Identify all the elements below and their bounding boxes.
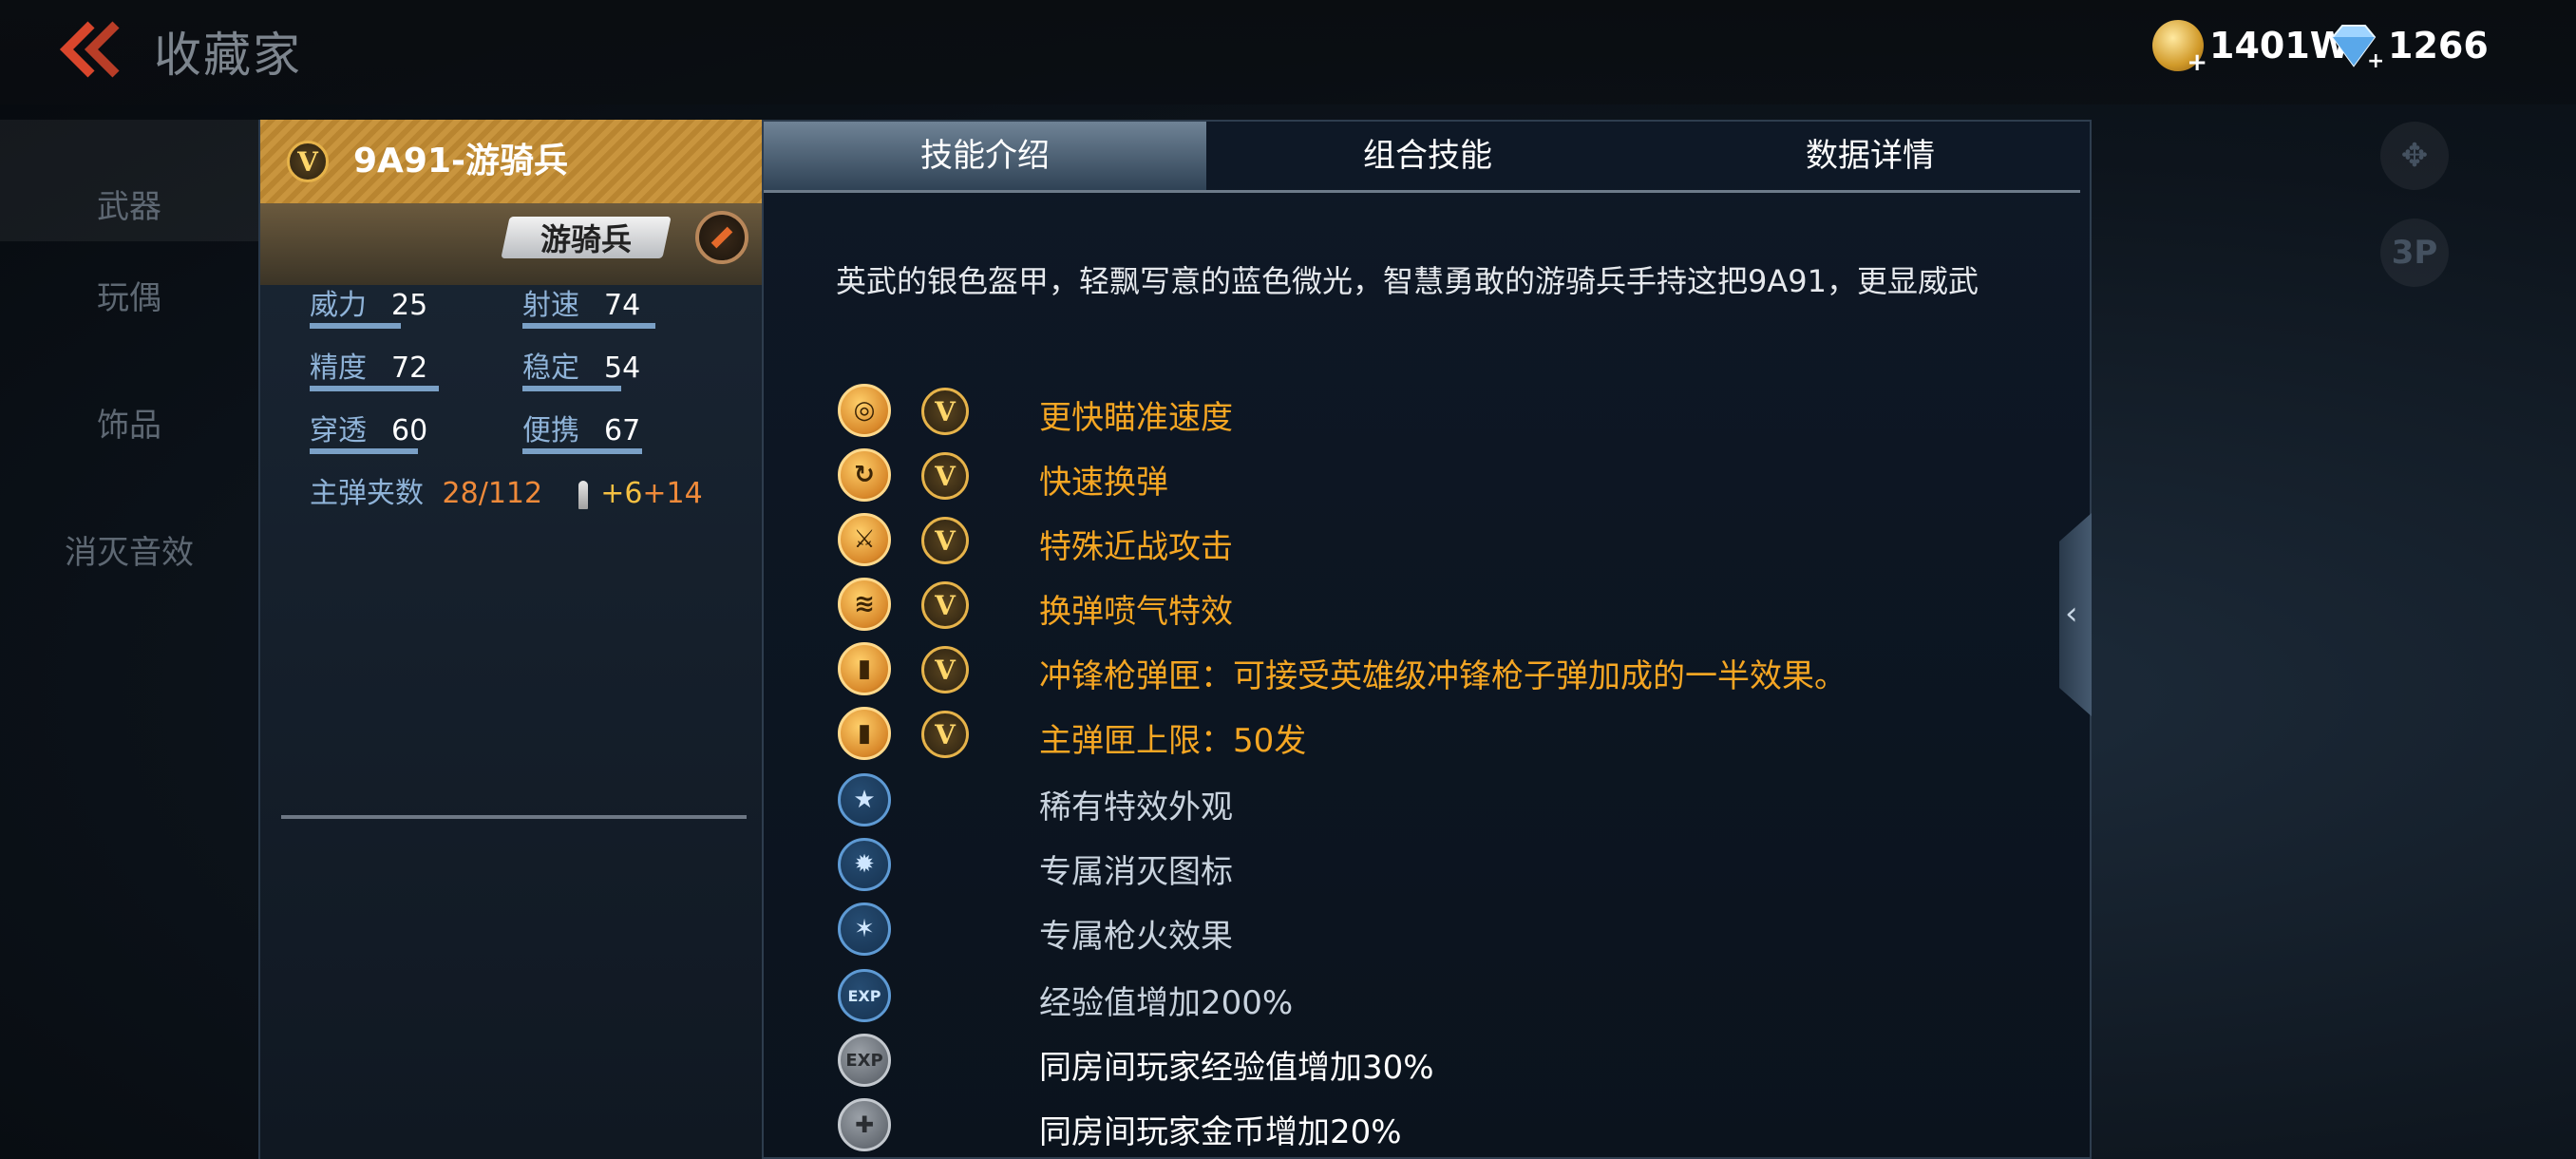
ammo-label: 主弹夹数 — [310, 477, 424, 510]
room-gold-icon: ✚ — [838, 1098, 891, 1151]
tab-bar: 技能介绍 组合技能 数据详情 — [764, 122, 2080, 193]
bullet-icon — [578, 480, 588, 509]
skill-text: 同房间玩家经验值增加30% — [1039, 1049, 1434, 1087]
stat-value: 72 — [391, 352, 428, 385]
svg-text:+: + — [2367, 49, 2382, 69]
stat-stability: 稳定 54 — [522, 344, 641, 391]
top-bar: 收藏家 1401W + 1266 — [0, 0, 2576, 104]
nav-item-label: 武器 — [97, 188, 161, 226]
muzzle-flash-icon: ✶ — [838, 902, 891, 956]
ammo-bonus-1: +6 — [600, 477, 643, 510]
stat-label: 威力 — [310, 289, 367, 322]
stat-bar — [522, 386, 621, 391]
gold-currency[interactable]: 1401W — [2152, 17, 2350, 77]
skill-text: 稀有特效外观 — [1039, 788, 1233, 826]
category-nav: 武器 玩偶 饰品 消灭音效 — [0, 120, 258, 1159]
skill-text: 主弹匣上限：50发 — [1039, 722, 1307, 760]
back-chevron-icon — [59, 21, 120, 78]
ammo-bonus-2: +14 — [642, 477, 703, 510]
stat-fire-rate: 射速 74 — [522, 281, 655, 329]
weapon-info-panel: V 9A91-游骑兵 游骑兵 威力 25 射速 74 精度 72 稳定 54 穿透 60 … — [258, 120, 764, 1159]
skill-text: 专属消灭图标 — [1039, 853, 1233, 891]
gold-coin-icon — [2152, 20, 2207, 77]
skill-text: 同房间玩家金币增加20% — [1039, 1113, 1402, 1151]
v-rank-icon: V — [921, 646, 969, 694]
nav-item-label: 消灭音效 — [65, 534, 194, 572]
ammo-value: 28/112 — [442, 477, 543, 510]
stat-value: 60 — [391, 414, 428, 447]
stat-bar — [310, 386, 439, 391]
diamond-amount: 1266 — [2388, 25, 2489, 66]
skill-text: 冲锋枪弹匣：可接受英雄级冲锋枪子弹加成的一半效果。 — [1039, 657, 1847, 695]
stat-bar — [310, 448, 418, 454]
stat-value: 54 — [604, 352, 641, 385]
nav-item-kill-sound[interactable]: 消灭音效 — [0, 526, 258, 573]
gamepad-icon[interactable]: ✥ — [2380, 122, 2449, 190]
stat-label: 便携 — [522, 414, 579, 447]
stat-bar — [522, 323, 655, 329]
stat-label: 射速 — [522, 289, 579, 322]
medal-icon[interactable] — [695, 211, 748, 264]
nav-item-label: 饰品 — [97, 407, 161, 445]
nav-item-weapons[interactable]: 武器 — [0, 120, 258, 241]
stat-value: 25 — [391, 289, 428, 322]
v-rank-icon: V — [287, 141, 329, 182]
stat-value: 74 — [604, 289, 641, 322]
weapon-description: 英武的银色盔甲，轻飘写意的蓝色微光，智慧勇敢的游骑兵手持这把9A91，更显威武 — [836, 263, 1979, 299]
rank-tag-label: 游骑兵 — [540, 221, 632, 257]
stat-bar — [522, 448, 642, 454]
diamond-currency[interactable]: + 1266 — [2325, 17, 2489, 74]
stat-bar — [310, 323, 401, 329]
skill-text: 更快瞄准速度 — [1039, 399, 1233, 437]
back-button[interactable] — [55, 19, 131, 80]
stat-label: 穿透 — [310, 414, 367, 447]
v-rank-icon: V — [921, 452, 969, 500]
tab-combo-skills[interactable]: 组合技能 — [1206, 122, 1649, 190]
tab-data-details[interactable]: 数据详情 — [1649, 122, 2092, 190]
skills-panel: 技能介绍 组合技能 数据详情 英武的银色盔甲，轻飘写意的蓝色微光，智慧勇敢的游骑… — [762, 120, 2092, 1159]
weapon-name: 9A91-游骑兵 — [353, 142, 568, 180]
exp-icon: EXP — [838, 969, 891, 1022]
collapse-panel-button[interactable]: ‹ — [2059, 513, 2092, 716]
kill-icon: ✹ — [838, 838, 891, 891]
star-icon: ★ — [838, 773, 891, 826]
skill-text: 快速换弹 — [1039, 464, 1168, 502]
skill-text: 专属枪火效果 — [1039, 918, 1233, 956]
skill-text: 经验值增加200% — [1039, 984, 1294, 1022]
tab-skill-intro[interactable]: 技能介绍 — [764, 122, 1206, 190]
chevron-left-icon: ‹ — [2065, 595, 2078, 633]
scope-icon: ◎ — [838, 384, 891, 437]
skill-text: 换弹喷气特效 — [1039, 593, 1233, 631]
nav-item-dolls[interactable]: 玩偶 — [0, 272, 258, 318]
ammo-info: 主弹夹数 28/112 +6+14 — [310, 469, 703, 511]
stat-portability: 便携 67 — [522, 407, 642, 454]
v-rank-icon: V — [921, 711, 969, 758]
diamond-icon: + — [2331, 25, 2382, 69]
v-rank-icon: V — [921, 388, 969, 435]
melee-icon: ⚔ — [838, 513, 891, 566]
weapon-rank-bar: 游骑兵 — [260, 203, 764, 285]
stat-label: 精度 — [310, 352, 367, 385]
magazine-up-icon: ▮ — [838, 707, 891, 760]
magazine-icon: ▮ — [838, 642, 891, 695]
nav-item-label: 玩偶 — [97, 279, 161, 317]
v-rank-icon: V — [921, 517, 969, 564]
divider — [281, 815, 747, 819]
v-rank-icon: V — [921, 581, 969, 629]
stat-accuracy: 精度 72 — [310, 344, 439, 391]
reload-icon: ↻ — [838, 448, 891, 502]
weapon-header: V 9A91-游骑兵 — [260, 120, 764, 203]
nav-item-accessories[interactable]: 饰品 — [0, 399, 258, 446]
stat-penetration: 穿透 60 — [310, 407, 428, 454]
steam-icon: ≋ — [838, 578, 891, 631]
page-title: 收藏家 — [154, 28, 302, 83]
stat-value: 67 — [604, 414, 641, 447]
stat-label: 稳定 — [522, 352, 579, 385]
stat-power: 威力 25 — [310, 281, 428, 329]
skill-text: 特殊近战攻击 — [1039, 528, 1233, 566]
view-toggle-button[interactable]: 3P — [2380, 218, 2449, 287]
rank-tag: 游骑兵 — [501, 217, 672, 258]
room-exp-icon: EXP — [838, 1034, 891, 1087]
rifle-icon — [0, 120, 258, 180]
